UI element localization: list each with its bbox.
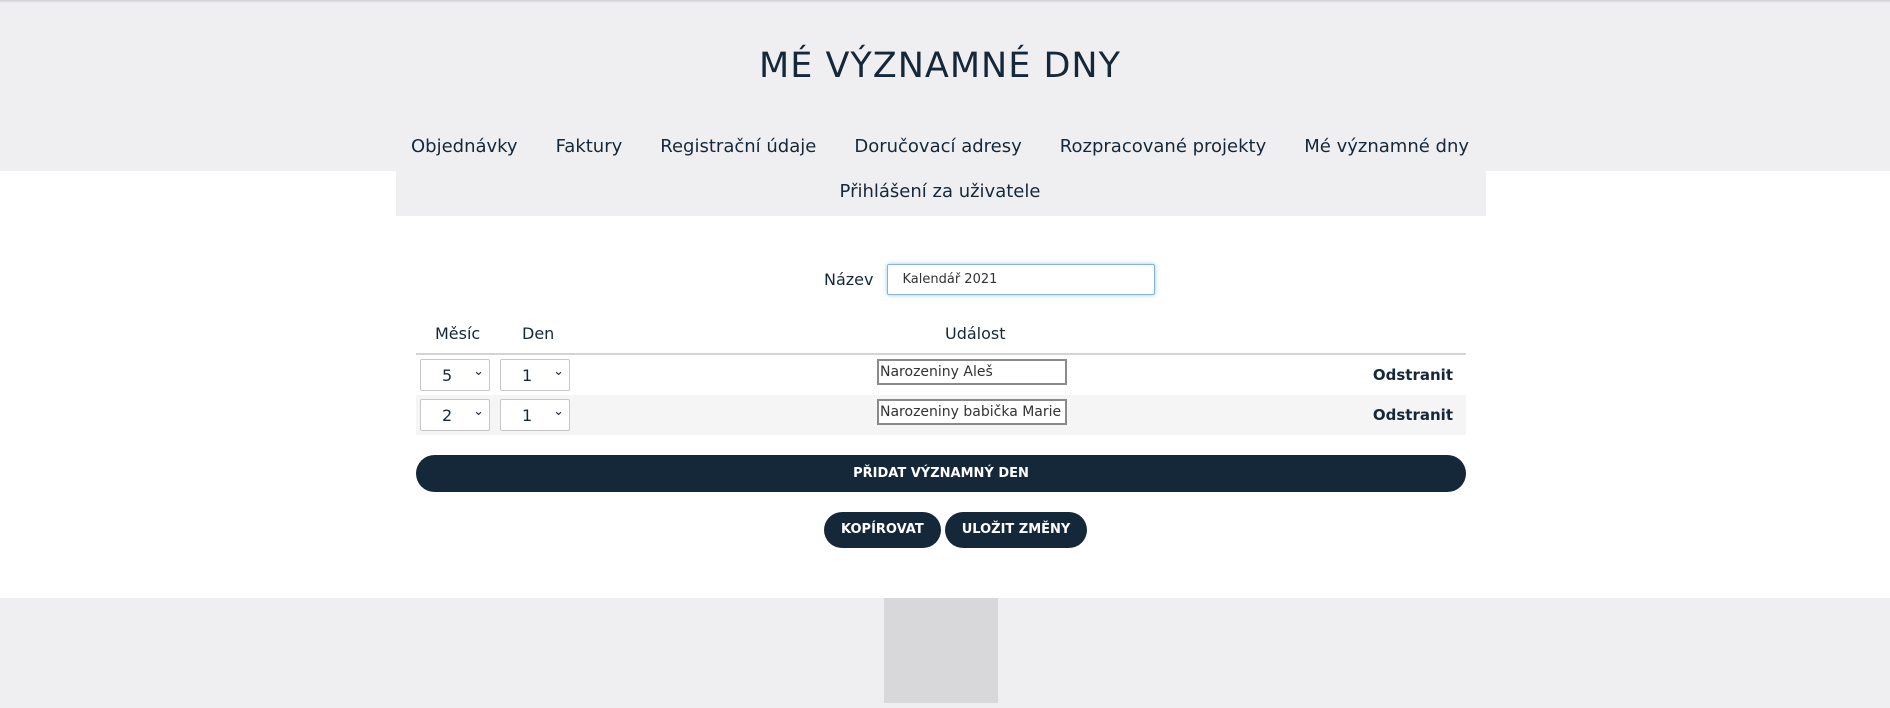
account-nav-row-2: Přihlášení za uživatele (0, 181, 1880, 202)
column-header-event: Událost (945, 324, 1006, 343)
day-select[interactable]: 1 ⌄ (500, 399, 570, 431)
table-row: 2 ⌄ 1 ⌄ Odstranit (416, 395, 1466, 435)
day-value: 1 (522, 366, 533, 385)
nav-item-important-days[interactable]: Mé významné dny (1285, 136, 1488, 157)
chevron-down-icon: ⌄ (473, 404, 484, 419)
remove-button[interactable]: Odstranit (1373, 366, 1453, 384)
name-label: Název (824, 270, 874, 289)
calendar-name-row: Název (824, 264, 1156, 295)
save-changes-button[interactable]: ULOŽIT ZMĚNY (944, 512, 1088, 548)
calendar-name-input[interactable] (887, 264, 1156, 295)
chevron-down-icon: ⌄ (553, 364, 564, 379)
nav-item-orders[interactable]: Objednávky (392, 136, 537, 157)
column-header-month: Měsíc (435, 324, 481, 343)
nav-item-login-as-user[interactable]: Přihlášení za uživatele (821, 181, 1060, 202)
copy-button[interactable]: KOPÍROVAT (824, 512, 941, 548)
nav-item-projects[interactable]: Rozpracované projekty (1041, 136, 1285, 157)
table-row: 5 ⌄ 1 ⌄ Odstranit (416, 355, 1466, 395)
month-select[interactable]: 2 ⌄ (420, 399, 490, 431)
nav-item-invoices[interactable]: Faktury (537, 136, 642, 157)
action-buttons: KOPÍROVAT ULOŽIT ZMĚNY (824, 512, 1088, 548)
month-value: 2 (442, 406, 453, 425)
add-important-day-button[interactable]: PŘIDAT VÝZNAMNÝ DEN (416, 455, 1466, 492)
day-value: 1 (522, 406, 533, 425)
page-title: MÉ VÝZNAMNÉ DNY (759, 46, 1121, 86)
footer-placeholder (884, 598, 998, 703)
event-input[interactable] (877, 399, 1067, 425)
day-select[interactable]: 1 ⌄ (500, 359, 570, 391)
account-nav: Objednávky Faktury Registrační údaje Dor… (0, 136, 1880, 157)
nav-item-registration[interactable]: Registrační údaje (641, 136, 835, 157)
chevron-down-icon: ⌄ (473, 364, 484, 379)
month-value: 5 (442, 366, 453, 385)
event-input[interactable] (877, 359, 1067, 385)
important-days-table: Měsíc Den Událost 5 ⌄ 1 ⌄ Odstranit 2 ⌄ … (416, 320, 1466, 435)
month-select[interactable]: 5 ⌄ (420, 359, 490, 391)
column-header-day: Den (522, 324, 555, 343)
remove-button[interactable]: Odstranit (1373, 406, 1453, 424)
nav-item-delivery-addresses[interactable]: Doručovací adresy (835, 136, 1040, 157)
table-header: Měsíc Den Událost (416, 320, 1466, 355)
chevron-down-icon: ⌄ (553, 404, 564, 419)
top-shadow (0, 0, 1890, 3)
